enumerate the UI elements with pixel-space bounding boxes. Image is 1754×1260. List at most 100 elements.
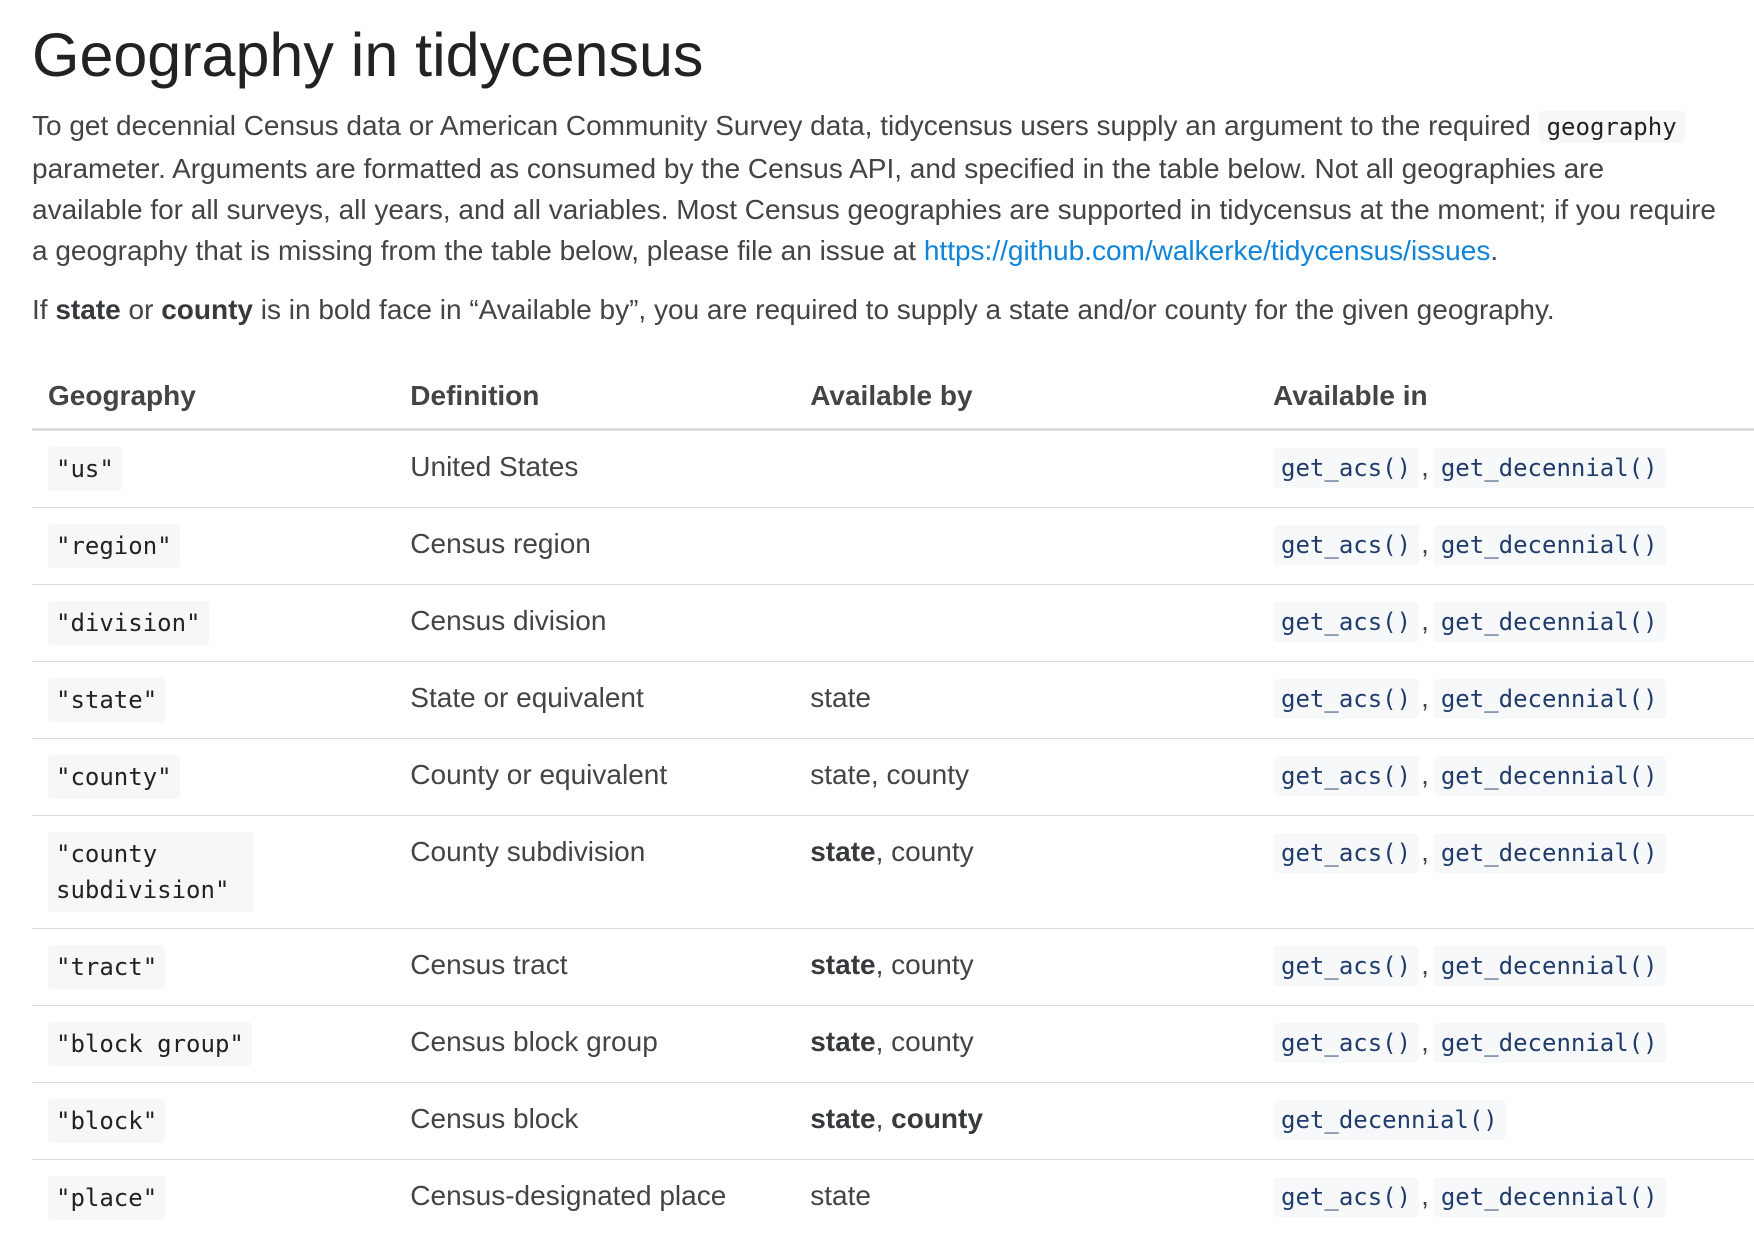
cell-geography: "division" — [32, 584, 395, 663]
cell-available-by: state — [794, 661, 1258, 740]
intro-p2-end: is in bold face in “Available by”, you a… — [252, 294, 1555, 326]
cell-available-by: state, county — [794, 1082, 1258, 1161]
cell-definition: County or equivalent — [394, 738, 795, 817]
table-row: "division" Census division get_acs(), get_d… — [32, 584, 1754, 663]
available-by-county: county — [886, 759, 969, 791]
geography-code: "county" — [48, 755, 180, 800]
intro-text-1: To get decennial Census data or American… — [32, 110, 1539, 142]
geography-code: "us" — [48, 447, 122, 492]
available-by-separator: , — [875, 1103, 892, 1135]
intro-paragraph-2: If state or county is in bold face in “A… — [32, 289, 1722, 330]
cell-available-in: get_acs(), get_decennial() — [1257, 584, 1754, 663]
geography-code: "region" — [48, 524, 180, 569]
header-available-in: Available in — [1257, 358, 1754, 432]
cell-definition: Census block — [394, 1082, 795, 1161]
function-code: get_decennial() — [1432, 602, 1666, 643]
function-separator: , — [1421, 451, 1429, 483]
table-row: "us" United States get_acs(), get_decennial… — [32, 429, 1754, 509]
table-row: "block" Census block state, county get_dece… — [32, 1082, 1754, 1161]
intro-section: To get decennial Census data or American… — [32, 105, 1722, 330]
available-by-state: state — [810, 949, 876, 981]
available-by-county: county — [891, 1103, 983, 1135]
issues-link[interactable]: https://github.com/walkerke/tidycensus/i… — [924, 235, 1490, 266]
function-code: get_decennial() — [1432, 679, 1666, 720]
available-by-state: state — [810, 682, 871, 714]
available-by-state: state — [810, 836, 876, 868]
cell-definition: United States — [394, 429, 795, 509]
function-code: get_acs() — [1273, 1023, 1420, 1064]
available-by-state: state — [810, 1180, 871, 1212]
cell-available-by: state, county — [794, 928, 1258, 1007]
cell-available-by — [794, 507, 1258, 586]
cell-geography: "block group" — [32, 1005, 395, 1084]
function-code: get_decennial() — [1273, 1100, 1506, 1141]
function-code: get_acs() — [1273, 946, 1420, 987]
geography-code: "county subdivision" — [48, 832, 254, 913]
cell-available-by — [794, 584, 1258, 663]
table-row: "county subdivision" County subdivision st… — [32, 815, 1754, 930]
available-by-state: state — [810, 1026, 876, 1058]
geography-code: "division" — [48, 601, 209, 646]
function-separator: , — [1421, 949, 1429, 981]
cell-geography: "county subdivision" — [32, 815, 395, 930]
cell-available-in: get_acs(), get_decennial() — [1257, 928, 1754, 1007]
available-by-separator: , — [875, 949, 892, 981]
cell-geography: "block" — [32, 1082, 395, 1161]
available-by-separator: , — [875, 836, 892, 868]
function-code: get_decennial() — [1432, 756, 1666, 797]
cell-geography: "county" — [32, 738, 395, 817]
function-code: get_acs() — [1273, 756, 1420, 797]
intro-p2-start: If — [32, 294, 56, 326]
function-separator: , — [1421, 836, 1429, 868]
geography-code: "block" — [48, 1099, 166, 1144]
header-definition: Definition — [394, 358, 795, 432]
cell-available-in: get_acs(), get_decennial() — [1257, 429, 1754, 509]
cell-definition: Census tract — [394, 928, 795, 1007]
cell-available-in: get_acs(), get_decennial() — [1257, 1005, 1754, 1084]
cell-available-in: get_decennial() — [1257, 1082, 1754, 1161]
available-by-county: county — [891, 949, 974, 981]
page-title: Geography in tidycensus — [32, 21, 704, 89]
intro-p2-or: or — [120, 294, 162, 326]
function-code: get_decennial() — [1432, 1177, 1666, 1218]
function-separator: , — [1421, 528, 1429, 560]
header-available-by: Available by — [794, 358, 1258, 432]
cell-available-in: get_acs(), get_decennial() — [1257, 1160, 1754, 1237]
geography-table: Geography Definition Available by Availa… — [32, 358, 1754, 1236]
function-code: get_acs() — [1273, 525, 1420, 566]
cell-available-by: state, county — [794, 1005, 1258, 1084]
function-code: get_decennial() — [1432, 448, 1666, 489]
cell-definition: County subdivision — [394, 815, 795, 930]
geography-code: "tract" — [48, 945, 166, 990]
function-separator: , — [1421, 759, 1429, 791]
geography-parameter-code: geography — [1538, 111, 1685, 144]
function-code: get_acs() — [1273, 833, 1420, 874]
function-separator: , — [1421, 1026, 1429, 1058]
function-code: get_decennial() — [1432, 833, 1666, 874]
cell-available-by: state, county — [794, 815, 1258, 930]
table-row: "place" Census-designated place state get_a… — [32, 1160, 1754, 1237]
geography-code: "state" — [48, 678, 166, 723]
intro-bold-county: county — [161, 294, 253, 326]
cell-definition: State or equivalent — [394, 661, 795, 740]
available-by-county: county — [891, 1026, 974, 1058]
table-row: "county" County or equivalent state, count… — [32, 738, 1754, 817]
function-separator: , — [1421, 1180, 1429, 1212]
function-code: get_decennial() — [1432, 525, 1666, 566]
geography-code: "block group" — [48, 1022, 252, 1067]
cell-available-in: get_acs(), get_decennial() — [1257, 661, 1754, 740]
function-code: get_acs() — [1273, 448, 1420, 489]
table-row: "state" State or equivalent state get_acs()… — [32, 661, 1754, 740]
intro-bold-state: state — [55, 294, 121, 326]
intro-text-3: . — [1490, 235, 1499, 267]
available-by-separator: , — [870, 759, 887, 791]
available-by-county: county — [891, 836, 974, 868]
available-by-state: state — [810, 1103, 876, 1135]
table-body: "us" United States get_acs(), get_decennial… — [32, 429, 1754, 1237]
cell-geography: "tract" — [32, 928, 395, 1007]
cell-definition: Census division — [394, 584, 795, 663]
intro-paragraph-1: To get decennial Census data or American… — [32, 105, 1722, 271]
cell-definition: Census-designated place — [410, 1180, 727, 1212]
function-code: get_acs() — [1273, 1177, 1420, 1218]
function-code: get_acs() — [1273, 602, 1420, 643]
